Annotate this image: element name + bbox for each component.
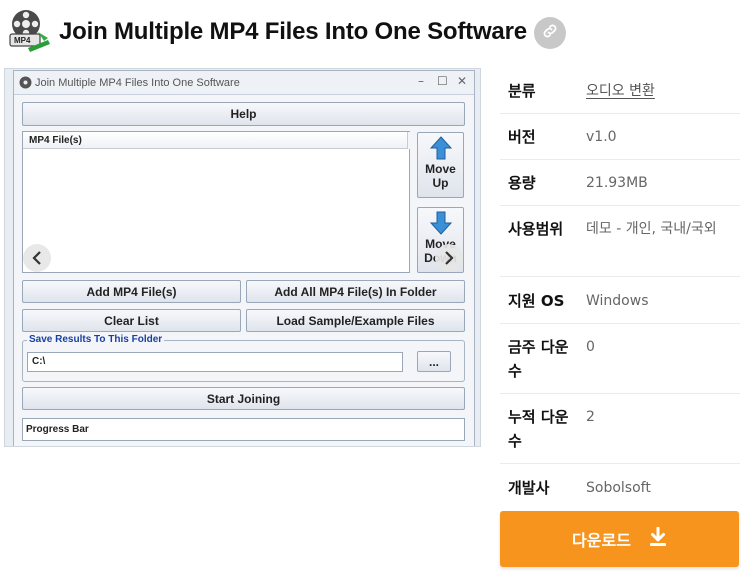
app-window: Join Multiple MP4 Files Into One Softwar…	[13, 70, 475, 446]
link-icon	[541, 22, 559, 44]
move-up-label-1: Move	[425, 162, 456, 176]
arrow-down-icon	[429, 211, 452, 235]
logo-text: MP4	[14, 36, 31, 45]
info-row-license: 사용범위 데모 - 개인, 국내/국외	[500, 206, 740, 277]
start-joining-button[interactable]: Start Joining	[22, 387, 465, 410]
close-icon[interactable]: ✕	[457, 74, 467, 88]
download-icon	[649, 526, 667, 551]
app-window-icon	[19, 76, 32, 89]
move-up-label-2: Up	[432, 176, 449, 190]
info-label: 용량	[508, 174, 536, 192]
screenshot-gallery: Join Multiple MP4 Files Into One Softwar…	[4, 68, 481, 447]
info-row-weekly-downloads: 금주 다운수 0	[500, 324, 740, 394]
chevron-right-icon	[445, 251, 454, 265]
info-label: 분류	[508, 82, 536, 100]
info-row-total-downloads: 누적 다운수 2	[500, 394, 740, 464]
info-label: 지원 OS	[508, 292, 565, 310]
progress-bar: Progress Bar	[22, 418, 465, 441]
save-folder-label: Save Results To This Folder	[27, 334, 165, 345]
info-row-os: 지원 OS Windows	[500, 277, 740, 324]
info-value: 2	[586, 409, 595, 425]
copy-link-button[interactable]	[534, 17, 566, 49]
chevron-left-icon	[32, 251, 41, 265]
info-value: Windows	[586, 293, 649, 309]
category-link[interactable]: 오디오 변환	[586, 79, 655, 103]
download-button[interactable]: 다운로드	[500, 511, 739, 567]
info-value: 0	[586, 339, 595, 355]
minimize-icon[interactable]: –	[418, 74, 424, 88]
gallery-prev-button[interactable]	[23, 244, 51, 272]
info-label: 버전	[508, 128, 536, 146]
arrow-up-icon	[429, 136, 452, 160]
download-label: 다운로드	[572, 531, 631, 550]
info-value: 데모 - 개인, 국내/국외	[586, 221, 717, 237]
info-label: 개발사	[508, 479, 550, 497]
save-path-input[interactable]: C:\	[27, 352, 403, 372]
window-titlebar: Join Multiple MP4 Files Into One Softwar…	[14, 71, 474, 95]
info-label: 금주 다운수	[508, 338, 569, 380]
app-logo: MP4	[6, 8, 52, 54]
info-row-size: 용량 21.93MB	[500, 160, 740, 206]
gallery-dot[interactable]	[241, 432, 246, 437]
page-title: Join Multiple MP4 Files Into One Softwar…	[59, 18, 527, 45]
info-label: 사용범위	[508, 220, 564, 238]
list-column-header: MP4 File(s)	[23, 132, 407, 149]
mp4-file-list[interactable]: MP4 File(s)	[22, 131, 410, 273]
gallery-pagination	[241, 432, 246, 437]
info-value: v1.0	[586, 129, 617, 145]
add-files-button[interactable]: Add MP4 File(s)	[22, 280, 241, 303]
window-title: Join Multiple MP4 Files Into One Softwar…	[35, 77, 240, 89]
load-sample-button[interactable]: Load Sample/Example Files	[246, 309, 465, 332]
add-folder-button[interactable]: Add All MP4 File(s) In Folder	[246, 280, 465, 303]
info-row-category: 분류 오디오 변환	[500, 68, 740, 114]
info-row-version: 버전 v1.0	[500, 114, 740, 160]
browse-button[interactable]: ...	[417, 351, 451, 372]
help-button[interactable]: Help	[22, 102, 465, 126]
info-label: 누적 다운수	[508, 408, 569, 450]
info-value: Sobolsoft	[586, 480, 651, 496]
info-table: 분류 오디오 변환 버전 v1.0 용량 21.93MB 사용범위 데모 - 개…	[500, 68, 740, 511]
move-up-button[interactable]: Move Up	[417, 132, 464, 198]
gallery-next-button[interactable]	[435, 244, 463, 272]
info-row-developer: 개발사 Sobolsoft	[500, 464, 740, 511]
maximize-icon[interactable]: ☐	[437, 74, 448, 88]
info-value: 21.93MB	[586, 175, 648, 191]
clear-list-button[interactable]: Clear List	[22, 309, 241, 332]
